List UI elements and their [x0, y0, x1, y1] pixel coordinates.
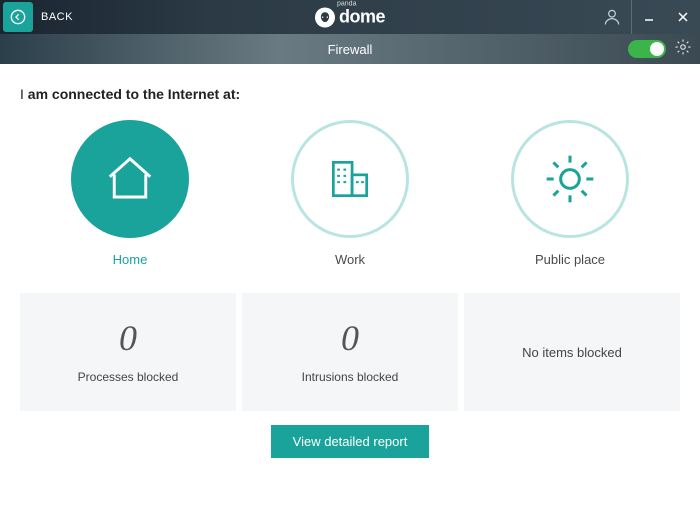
- stat-label: Processes blocked: [78, 370, 179, 384]
- close-button[interactable]: [666, 0, 700, 34]
- prompt-prefix: I: [20, 86, 28, 102]
- location-work[interactable]: Work: [291, 120, 409, 267]
- stat-label: Intrusions blocked: [302, 370, 399, 384]
- minimize-button[interactable]: [632, 0, 666, 34]
- brand: panda dome: [315, 7, 385, 28]
- brand-logo-icon: [315, 7, 335, 27]
- settings-button[interactable]: [674, 38, 692, 61]
- back-button[interactable]: [3, 2, 33, 32]
- location-label: Public place: [535, 252, 605, 267]
- building-icon: [325, 154, 375, 204]
- titlebar: BACK panda dome: [0, 0, 700, 34]
- window-controls: [592, 0, 700, 34]
- home-icon: [103, 152, 157, 206]
- brand-text: dome: [339, 7, 385, 28]
- stat-value: 0: [119, 320, 137, 356]
- user-icon: [602, 7, 622, 27]
- brand-small-text: panda: [337, 1, 356, 8]
- close-icon: [677, 11, 689, 23]
- sun-icon: [542, 151, 598, 207]
- back-label: BACK: [41, 11, 73, 23]
- subheader: Firewall: [0, 34, 700, 64]
- stat-value: 0: [341, 320, 359, 356]
- minimize-icon: [643, 11, 655, 23]
- gear-icon: [674, 38, 692, 56]
- view-report-button[interactable]: View detailed report: [271, 425, 430, 458]
- location-selector: Home Work Public place: [20, 120, 680, 267]
- firewall-toggle[interactable]: [628, 40, 666, 58]
- main-content: I am connected to the Internet at: Home …: [0, 64, 700, 458]
- stat-intrusions-blocked: 0 Intrusions blocked: [242, 293, 458, 411]
- page-title: Firewall: [328, 42, 373, 57]
- stat-no-items: No items blocked: [464, 293, 680, 411]
- location-public[interactable]: Public place: [511, 120, 629, 267]
- chevron-left-icon: [10, 9, 26, 25]
- toggle-knob: [650, 42, 664, 56]
- location-home[interactable]: Home: [71, 120, 189, 267]
- prompt-bold: am connected to the Internet at:: [28, 86, 240, 102]
- location-label: Home: [113, 252, 148, 267]
- location-label: Work: [335, 252, 365, 267]
- stat-processes-blocked: 0 Processes blocked: [20, 293, 236, 411]
- user-account-button[interactable]: [592, 0, 632, 34]
- connection-prompt: I am connected to the Internet at:: [20, 86, 680, 102]
- stats-row: 0 Processes blocked 0 Intrusions blocked…: [20, 293, 680, 411]
- stat-label: No items blocked: [522, 345, 622, 360]
